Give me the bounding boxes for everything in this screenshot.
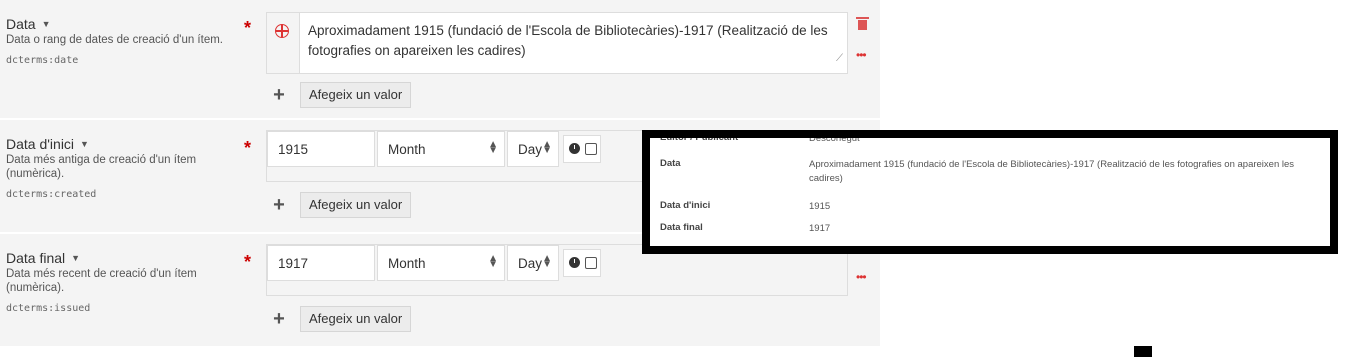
property-label[interactable]: Data final ▼ xyxy=(6,250,246,266)
select-arrows-icon: ▲ ▼ xyxy=(542,253,552,270)
month-select-text: Month xyxy=(388,256,426,271)
day-select-text: Day xyxy=(518,256,543,271)
property-label-text: Data final xyxy=(6,250,66,266)
value-text: Aproximadament 1915 (fundació de l'Escol… xyxy=(308,23,828,58)
preview-value: 1915 xyxy=(809,201,831,212)
value-box: Aproximadament 1915 (fundació de l'Escol… xyxy=(266,12,848,74)
plus-icon[interactable]: + xyxy=(266,84,292,107)
property-term: dcterms:date xyxy=(6,55,79,66)
select-arrows-icon: ▲ ▼ xyxy=(542,139,552,156)
property-description: Data més antiga de creació d'un ítem (nu… xyxy=(6,154,197,180)
ellipsis-icon[interactable]: ••• xyxy=(856,270,867,284)
property-term: dcterms:issued xyxy=(6,303,91,314)
property-label-text: Data d'inici xyxy=(6,136,75,152)
day-select[interactable]: Day ▲ ▼ xyxy=(507,245,559,281)
property-label[interactable]: Data ▼ xyxy=(6,16,246,32)
property-meta: Data final ▼ Data més recent de creació … xyxy=(6,250,246,314)
resize-grip-icon[interactable]: ⟋ xyxy=(836,49,843,69)
preview-value: Aproximadament 1915 (fundació de l'Escol… xyxy=(809,159,1295,184)
preview-label: Data d'inici xyxy=(660,200,711,211)
day-select[interactable]: Day ▲ ▼ xyxy=(507,131,559,167)
add-value-row: + Afegeix un valor xyxy=(266,192,412,218)
month-select-text: Month xyxy=(388,142,426,157)
plus-icon[interactable]: + xyxy=(266,194,292,217)
preview-label: Editor / Publicant xyxy=(660,132,739,143)
ellipsis-icon[interactable]: ••• xyxy=(856,48,867,62)
add-value-row: + Afegeix un valor xyxy=(266,306,412,332)
globe-icon[interactable] xyxy=(275,24,289,38)
preview-value: 1917 xyxy=(809,223,831,234)
property-meta: Data d'inici ▼ Data més antiga de creaci… xyxy=(6,136,246,200)
metadata-preview: Editor / Publicant Desconegut Data Aprox… xyxy=(642,130,1338,254)
black-marker xyxy=(1134,346,1152,357)
day-select-text: Day xyxy=(518,142,543,157)
time-checkbox[interactable] xyxy=(585,257,597,269)
clock-icon xyxy=(569,143,580,154)
caret-down-icon[interactable]: ▼ xyxy=(42,19,51,29)
required-asterisk: * xyxy=(244,138,252,158)
year-input[interactable]: 1917 xyxy=(267,245,375,281)
property-term: dcterms:created xyxy=(6,189,97,200)
caret-down-icon[interactable]: ▼ xyxy=(80,139,89,149)
month-select[interactable]: Month ▲ ▼ xyxy=(377,131,505,167)
time-toggle[interactable] xyxy=(563,249,601,277)
select-arrows-icon: ▲ ▼ xyxy=(488,139,498,156)
trash-icon[interactable] xyxy=(856,17,869,30)
select-arrows-icon: ▲ ▼ xyxy=(488,253,498,270)
preview-value: Desconegut xyxy=(809,133,860,144)
required-asterisk: * xyxy=(244,252,252,272)
property-description: Data més recent de creació d'un ítem (nu… xyxy=(6,268,197,294)
property-label[interactable]: Data d'inici ▼ xyxy=(6,136,246,152)
time-toggle[interactable] xyxy=(563,135,601,163)
add-value-row: + Afegeix un valor xyxy=(266,82,412,108)
month-select[interactable]: Month ▲ ▼ xyxy=(377,245,505,281)
clock-icon xyxy=(569,257,580,268)
required-asterisk: * xyxy=(244,18,252,38)
value-textarea[interactable]: Aproximadament 1915 (fundació de l'Escol… xyxy=(299,13,847,73)
property-label-text: Data xyxy=(6,16,36,32)
time-checkbox[interactable] xyxy=(585,143,597,155)
add-value-button[interactable]: Afegeix un valor xyxy=(300,82,412,108)
property-meta: Data ▼ Data o rang de dates de creació d… xyxy=(6,16,246,66)
caret-down-icon[interactable]: ▼ xyxy=(71,253,80,263)
preview-label: Data xyxy=(660,158,681,169)
preview-label: Data final xyxy=(660,222,703,233)
property-date: Data ▼ Data o rang de dates de creació d… xyxy=(0,0,880,120)
add-value-button[interactable]: Afegeix un valor xyxy=(300,192,412,218)
property-description: Data o rang de dates de creació d'un íte… xyxy=(6,34,223,46)
year-input[interactable]: 1915 xyxy=(267,131,375,167)
plus-icon[interactable]: + xyxy=(266,308,292,331)
add-value-button[interactable]: Afegeix un valor xyxy=(300,306,412,332)
